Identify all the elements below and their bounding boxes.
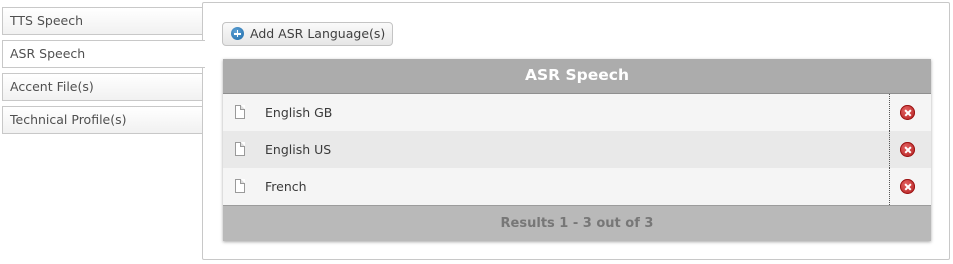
table-row[interactable]: English US <box>223 131 931 168</box>
row-language-name: French <box>265 179 307 194</box>
tab-accent-files[interactable]: Accent File(s) <box>2 73 204 101</box>
column-separator <box>889 94 890 131</box>
plus-circle-icon <box>231 27 244 40</box>
asr-speech-grid: ASR Speech English GB English US French <box>223 59 931 241</box>
grid-rows: English GB English US French <box>223 94 931 205</box>
asr-speech-panel: Add ASR Language(s) ASR Speech English G… <box>202 2 950 260</box>
table-row[interactable]: French <box>223 168 931 205</box>
document-icon <box>235 105 245 119</box>
add-asr-language-label: Add ASR Language(s) <box>250 26 386 41</box>
delete-icon[interactable] <box>900 179 915 194</box>
delete-icon[interactable] <box>900 105 915 120</box>
row-language-name: English GB <box>265 105 333 120</box>
results-summary: Results 1 - 3 out of 3 <box>223 205 931 241</box>
delete-icon[interactable] <box>900 142 915 157</box>
tab-list: TTS Speech ASR Speech Accent File(s) Tec… <box>2 7 205 139</box>
document-icon <box>235 179 245 193</box>
column-separator <box>889 168 890 205</box>
tab-asr-speech[interactable]: ASR Speech <box>2 40 205 68</box>
table-row[interactable]: English GB <box>223 94 931 131</box>
column-separator <box>889 131 890 168</box>
row-language-name: English US <box>265 142 332 157</box>
grid-title: ASR Speech <box>223 59 931 94</box>
tab-technical-profiles[interactable]: Technical Profile(s) <box>2 106 204 134</box>
tab-tts-speech[interactable]: TTS Speech <box>2 7 204 35</box>
add-asr-language-button[interactable]: Add ASR Language(s) <box>222 22 394 46</box>
document-icon <box>235 142 245 156</box>
